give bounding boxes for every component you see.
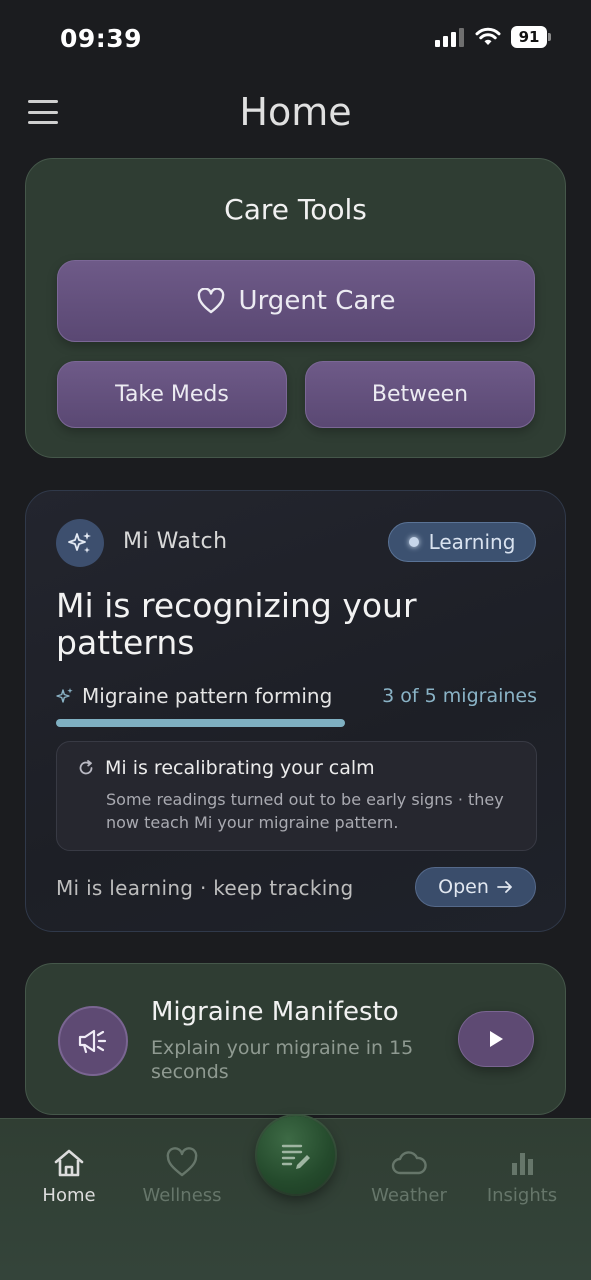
- nav-wellness-label: Wellness: [142, 1185, 222, 1206]
- status-icons: 91: [435, 26, 551, 48]
- home-screen: 09:39 91 Home Care Tools Urgent Care Tak…: [0, 0, 591, 1280]
- learning-label: Learning: [428, 530, 516, 554]
- recalibrate-body: Some readings turned out to be early sig…: [106, 790, 504, 832]
- play-icon: [490, 1031, 503, 1047]
- nav-weather[interactable]: Weather: [354, 1147, 464, 1206]
- pattern-progress-fill: [56, 719, 345, 727]
- log-entry-fab[interactable]: [257, 1116, 335, 1194]
- bar-chart-icon: [512, 1153, 533, 1175]
- between-button[interactable]: Between: [305, 361, 535, 428]
- nav-wellness[interactable]: Wellness: [127, 1147, 237, 1206]
- heart-icon: [197, 288, 224, 314]
- manifesto-avatar: [58, 1006, 128, 1076]
- urgent-care-label: Urgent Care: [238, 286, 396, 316]
- status-dot: [408, 537, 419, 547]
- recalibrate-title: Mi is recalibrating your calm: [105, 757, 375, 779]
- take-meds-button[interactable]: Take Meds: [57, 361, 287, 428]
- battery-indicator: 91: [511, 26, 551, 48]
- page-title: Home: [239, 90, 352, 134]
- pattern-label: Migraine pattern forming: [82, 684, 333, 708]
- wifi-icon: [475, 27, 501, 45]
- open-button[interactable]: Open: [415, 867, 536, 907]
- play-button[interactable]: [458, 1011, 534, 1067]
- learning-status-pill: Learning: [388, 522, 536, 562]
- between-label: Between: [371, 382, 469, 407]
- care-tools-title: Care Tools: [224, 193, 367, 226]
- mi-watch-name: Mi Watch: [123, 529, 228, 554]
- urgent-care-button[interactable]: Urgent Care: [57, 260, 535, 342]
- note-edit-icon: [281, 1144, 310, 1169]
- megaphone-icon: [78, 1029, 107, 1054]
- migraine-manifesto-card[interactable]: Migraine Manifesto Explain your migraine…: [25, 963, 566, 1115]
- take-meds-label: Take Meds: [115, 382, 229, 407]
- mi-watch-card[interactable]: Mi Watch Learning Mi is recognizing your…: [25, 490, 566, 932]
- mi-watch-avatar: [56, 519, 104, 567]
- sparkles-icon: [68, 532, 91, 553]
- nav-insights[interactable]: Insights: [467, 1147, 577, 1206]
- battery-tip: [548, 33, 551, 41]
- status-bar: 09:39 91: [0, 0, 591, 78]
- pattern-progress-bar: [56, 719, 537, 727]
- pattern-count: 3 of 5 migraines: [382, 685, 537, 707]
- care-tools-card: Care Tools Urgent Care Take Meds Between: [25, 158, 566, 458]
- recalibrating-notice: Mi is recalibrating your calm Some readi…: [56, 741, 537, 851]
- nav-weather-label: Weather: [371, 1185, 447, 1206]
- nav-home[interactable]: Home: [14, 1147, 124, 1206]
- mi-watch-headline: Mi is recognizing your patterns: [56, 586, 417, 662]
- arrow-right-icon: [496, 881, 512, 893]
- header: Home: [0, 78, 591, 148]
- home-icon: [54, 1149, 84, 1177]
- pattern-row: Migraine pattern forming 3 of 5 migraine…: [56, 684, 537, 708]
- refresh-icon: [79, 760, 93, 775]
- open-label: Open: [438, 876, 489, 898]
- battery-level: 91: [511, 26, 547, 48]
- pattern-label-group: Migraine pattern forming: [56, 684, 332, 708]
- status-time: 09:39: [60, 24, 143, 53]
- recalibrate-title-row: Mi is recalibrating your calm: [77, 757, 375, 779]
- heart-outline-icon: [166, 1147, 198, 1177]
- learning-footer-text: Mi is learning · keep tracking: [56, 876, 354, 900]
- nav-insights-label: Insights: [486, 1185, 558, 1206]
- cloud-icon: [391, 1151, 427, 1175]
- signal-icon: [435, 28, 464, 47]
- bottom-nav: Home Wellness Weather Insights: [0, 1116, 591, 1280]
- manifesto-title: Migraine Manifesto: [151, 997, 399, 1027]
- manifesto-subtitle: Explain your migraine in 15 seconds: [151, 1037, 414, 1083]
- sparkles-small-icon: [56, 688, 73, 703]
- nav-home-label: Home: [42, 1185, 96, 1206]
